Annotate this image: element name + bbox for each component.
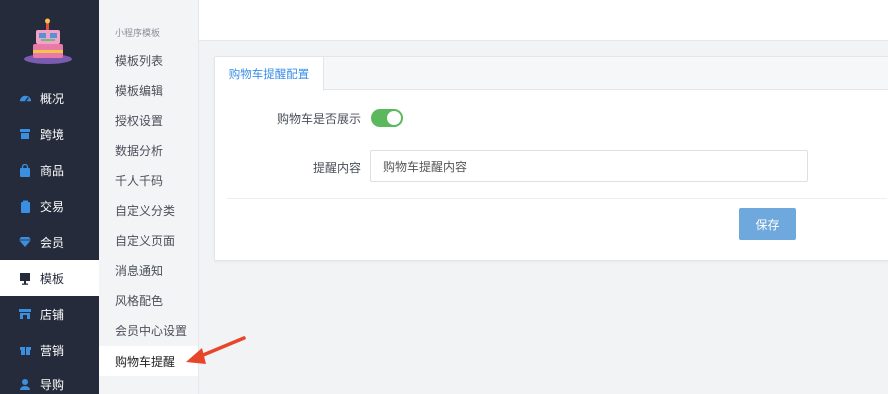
subnav-item-auth-settings[interactable]: 授权设置 xyxy=(99,105,198,135)
cart-reminder-panel: 购物车提醒配置 购物车是否展示 提醒内容 购物车提醒内容 保存 xyxy=(214,56,888,261)
panel-tabs: 购物车提醒配置 xyxy=(215,57,888,91)
nav-item-template[interactable]: 模板 xyxy=(0,260,99,296)
nav-item-label: 会员 xyxy=(40,235,65,250)
main-nav: 概况 跨境 商品 交易 会员 模板 店铺 营销 导购 xyxy=(0,0,99,394)
tab-cart-reminder-config[interactable]: 购物车提醒配置 xyxy=(215,57,324,91)
save-button[interactable]: 保存 xyxy=(739,208,796,240)
toggle-knob xyxy=(387,111,401,125)
monitor-icon xyxy=(18,271,32,285)
diamond-icon xyxy=(18,235,32,249)
subnav-item-style-colors[interactable]: 风格配色 xyxy=(99,285,198,315)
nav-item-label: 导购 xyxy=(40,377,65,392)
top-bar xyxy=(199,0,888,41)
nav-item-label: 交易 xyxy=(40,199,65,214)
reminder-content-input[interactable]: 购物车提醒内容 xyxy=(370,150,808,182)
show-cart-toggle[interactable] xyxy=(371,109,403,127)
store-icon xyxy=(18,307,32,321)
archive-icon xyxy=(18,127,32,141)
nav-item-trade[interactable]: 交易 xyxy=(0,188,99,224)
nav-item-label: 商品 xyxy=(40,163,65,178)
nav-item-label: 跨境 xyxy=(40,127,65,142)
divider xyxy=(227,198,887,199)
show-cart-label: 购物车是否展示 xyxy=(276,112,361,126)
nav-item-label: 营销 xyxy=(40,343,65,358)
subnav-item-template-edit[interactable]: 模板编辑 xyxy=(99,75,198,105)
user-icon xyxy=(18,377,32,391)
nav-item-store[interactable]: 店铺 xyxy=(0,296,99,332)
gauge-icon xyxy=(18,91,32,105)
subnav-item-data-analysis[interactable]: 数据分析 xyxy=(99,135,198,165)
clipboard-icon xyxy=(18,199,32,213)
bag-icon xyxy=(18,163,32,177)
subnav-group-title: 小程序模板 xyxy=(115,29,161,39)
subnav-item-notifications[interactable]: 消息通知 xyxy=(99,255,198,285)
nav-item-member[interactable]: 会员 xyxy=(0,224,99,260)
gift-icon xyxy=(18,343,32,357)
nav-item-guide[interactable]: 导购 xyxy=(0,366,99,394)
nav-item-goods[interactable]: 商品 xyxy=(0,152,99,188)
content-label: 提醒内容 xyxy=(312,161,361,175)
nav-item-label: 概况 xyxy=(40,91,65,106)
subnav-item-template-list[interactable]: 模板列表 xyxy=(99,45,198,75)
nav-item-marketing[interactable]: 营销 xyxy=(0,332,99,368)
nav-item-overview[interactable]: 概况 xyxy=(0,80,99,116)
subnav-item-custom-category[interactable]: 自定义分类 xyxy=(99,195,198,225)
nav-item-label: 店铺 xyxy=(40,307,65,322)
nav-item-crossborder[interactable]: 跨境 xyxy=(0,116,99,152)
arrow-icon xyxy=(186,336,246,364)
logo-icon xyxy=(24,18,72,64)
nav-item-label: 模板 xyxy=(40,271,65,286)
subnav-item-qrcodes[interactable]: 千人千码 xyxy=(99,165,198,195)
subnav-item-custom-page[interactable]: 自定义页面 xyxy=(99,225,198,255)
